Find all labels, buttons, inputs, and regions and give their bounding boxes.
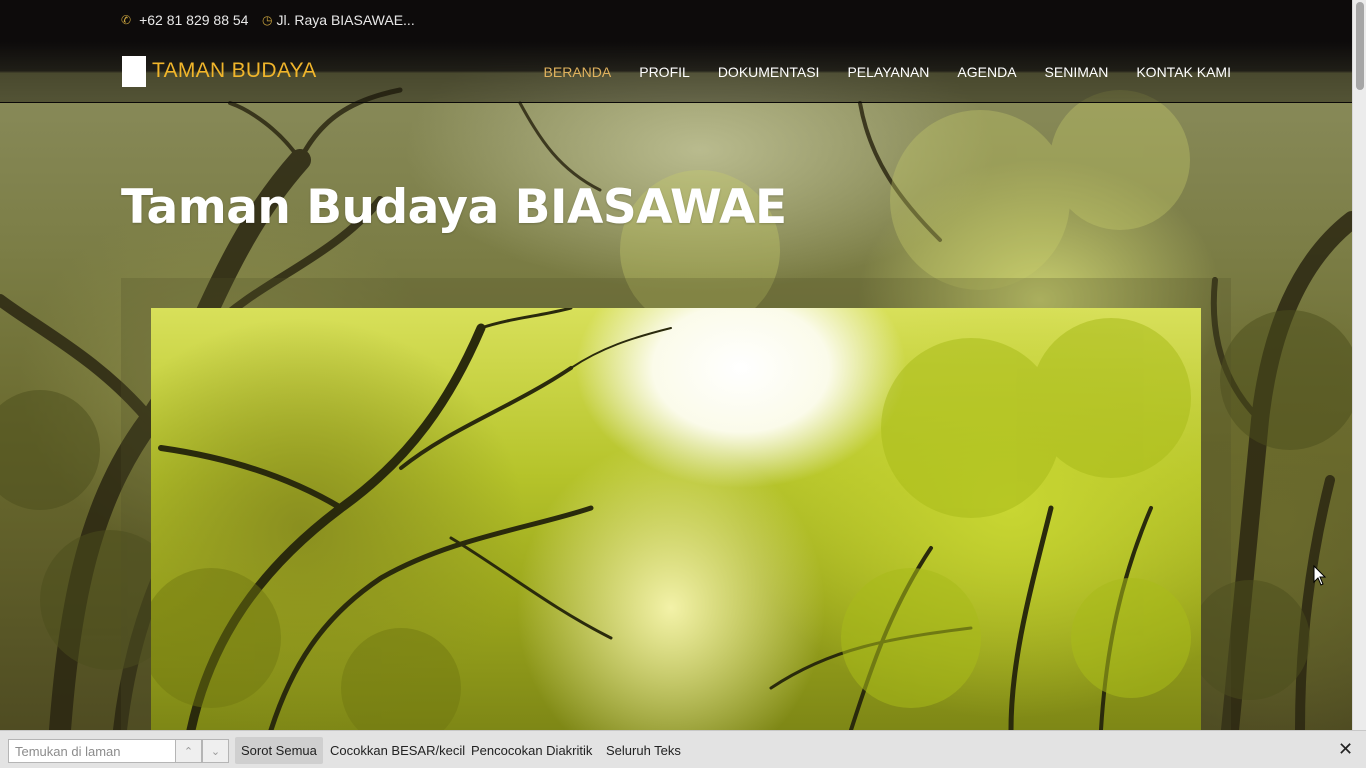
find-next-button[interactable]: ⌄ xyxy=(202,739,229,763)
nav-item-profil[interactable]: PROFIL xyxy=(639,64,690,80)
top-info-bar: ✆ +62 81 829 88 54 ◷ Jl. Raya BIASAWAE..… xyxy=(0,0,1352,42)
chevron-down-icon: ⌄ xyxy=(210,745,221,758)
address-text: Jl. Raya BIASAWAE... xyxy=(276,12,415,28)
highlight-all-toggle[interactable]: Sorot Semua xyxy=(235,737,323,764)
nav-item-beranda[interactable]: BERANDA xyxy=(544,64,612,80)
close-icon[interactable]: ✕ xyxy=(1338,739,1353,759)
scrollbar-thumb[interactable] xyxy=(1356,2,1364,90)
match-case-toggle[interactable]: Cocokkan BESAR/kecil xyxy=(324,737,471,764)
find-input[interactable] xyxy=(8,739,176,763)
nav-item-kontak-kami[interactable]: KONTAK KAMI xyxy=(1136,64,1231,80)
address-contact[interactable]: ◷ Jl. Raya BIASAWAE... xyxy=(262,12,415,28)
nav-item-pelayanan[interactable]: PELAYANAN xyxy=(847,64,929,80)
main-navbar: TAMAN BUDAYA BERANDA PROFIL DOKUMENTASI … xyxy=(0,42,1352,103)
phone-contact[interactable]: ✆ +62 81 829 88 54 xyxy=(121,12,248,28)
mouse-cursor-icon xyxy=(1313,565,1327,586)
find-bar: ⌃ ⌄ Sorot Semua Cocokkan BESAR/kecil Pen… xyxy=(0,730,1366,768)
chevron-up-icon: ⌃ xyxy=(183,745,194,758)
phone-icon: ✆ xyxy=(121,13,132,27)
nav-menu: BERANDA PROFIL DOKUMENTASI PELAYANAN AGE… xyxy=(544,64,1231,80)
page-scrollbar[interactable] xyxy=(1352,0,1366,730)
featured-image xyxy=(151,308,1201,730)
nav-item-dokumentasi[interactable]: DOKUMENTASI xyxy=(718,64,820,80)
nav-item-seniman[interactable]: SENIMAN xyxy=(1045,64,1109,80)
site-logo-text[interactable]: TAMAN BUDAYA xyxy=(152,59,317,83)
clock-icon: ◷ xyxy=(262,13,273,27)
whole-words-toggle[interactable]: Seluruh Teks xyxy=(600,737,687,764)
page-title: Taman Budaya BIASAWAE xyxy=(121,180,787,235)
nav-item-agenda[interactable]: AGENDA xyxy=(957,64,1016,80)
phone-number: +62 81 829 88 54 xyxy=(139,12,249,28)
logo-image[interactable] xyxy=(122,56,146,87)
find-previous-button[interactable]: ⌃ xyxy=(175,739,202,763)
match-diacritics-toggle[interactable]: Pencocokan Diakritik xyxy=(465,737,598,764)
